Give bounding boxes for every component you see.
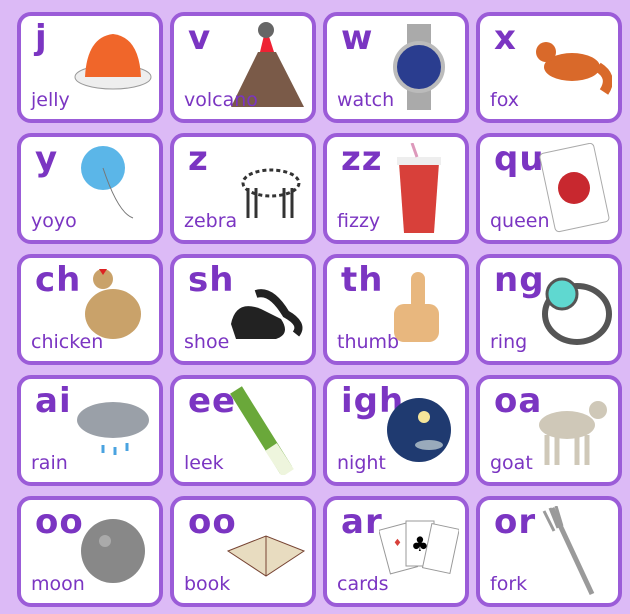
sound-label: ar	[341, 502, 383, 542]
card-night: igh night	[323, 375, 469, 486]
card-fox: x fox	[476, 12, 622, 123]
card-rain: ai rain	[17, 375, 163, 486]
rain-cloud-icon	[77, 402, 149, 455]
word-label: fizzy	[337, 210, 381, 232]
moon-icon	[81, 519, 145, 583]
card-book: oo book	[170, 496, 316, 607]
card-jelly: j jelly	[17, 12, 163, 123]
word-label: cards	[337, 573, 389, 595]
night-sky-icon	[387, 398, 451, 462]
card-fizzy: zz fizzy	[323, 133, 469, 244]
word-label: night	[337, 452, 386, 474]
card-yoyo: y yoyo	[17, 133, 163, 244]
card-ring: ng ring	[476, 254, 622, 365]
word-label: queen	[490, 210, 550, 232]
jelly-icon	[74, 34, 152, 90]
card-volcano: v volcano	[170, 12, 316, 123]
word-label: fork	[490, 573, 528, 595]
card-watch: w watch	[323, 12, 469, 123]
sound-label: j	[35, 18, 48, 58]
card-moon: oo moon	[17, 496, 163, 607]
sound-label: y	[35, 139, 59, 179]
card-goat: oa goat	[476, 375, 622, 486]
word-label: shoe	[184, 331, 230, 353]
svg-text:♦: ♦	[393, 538, 402, 549]
ring-icon	[542, 277, 612, 345]
word-label: thumb	[337, 331, 400, 353]
sound-label: ai	[35, 381, 72, 421]
word-label: leek	[184, 452, 224, 474]
sound-label: x	[494, 18, 517, 58]
word-label: jelly	[31, 89, 70, 111]
word-label: yoyo	[31, 210, 77, 232]
playing-cards-icon: ♣♦	[379, 520, 459, 575]
card-thumb: th thumb	[323, 254, 469, 365]
fork-icon	[542, 506, 595, 596]
word-label: volcano	[184, 89, 258, 111]
book-icon	[226, 535, 306, 577]
sound-label: zz	[341, 139, 383, 179]
fizzy-drink-icon	[397, 143, 441, 233]
fox-icon	[536, 42, 612, 95]
word-label: chicken	[31, 331, 104, 353]
card-cards: ar ♣ ♦ cards	[323, 496, 469, 607]
leek-icon	[230, 386, 294, 475]
svg-text:♣: ♣	[411, 532, 429, 556]
sound-label: z	[188, 139, 209, 179]
card-queen: qu queen	[476, 133, 622, 244]
shoe-icon	[231, 289, 303, 339]
word-label: goat	[490, 452, 533, 474]
word-label: moon	[31, 573, 85, 595]
sound-label: or	[494, 502, 537, 542]
word-label: fox	[490, 89, 519, 111]
word-label: book	[184, 573, 231, 595]
sound-label: v	[188, 18, 212, 58]
card-leek: ee leek	[170, 375, 316, 486]
card-chicken: ch chicken	[17, 254, 163, 365]
card-fork: or fork	[476, 496, 622, 607]
word-label: zebra	[184, 210, 238, 232]
word-label: watch	[337, 89, 395, 111]
word-label: rain	[31, 452, 68, 474]
zebra-icon	[241, 168, 301, 218]
goat-icon	[539, 401, 607, 465]
card-zebra: z zebra	[170, 133, 316, 244]
yoyo-icon	[81, 146, 134, 219]
phonics-mat: j jelly v volcano w watch x fox y yoyo z zebr…	[17, 12, 622, 607]
word-label: ring	[490, 331, 528, 353]
card-shoe: sh shoe	[170, 254, 316, 365]
sound-label: th	[341, 260, 384, 300]
sound-label: w	[341, 18, 374, 58]
